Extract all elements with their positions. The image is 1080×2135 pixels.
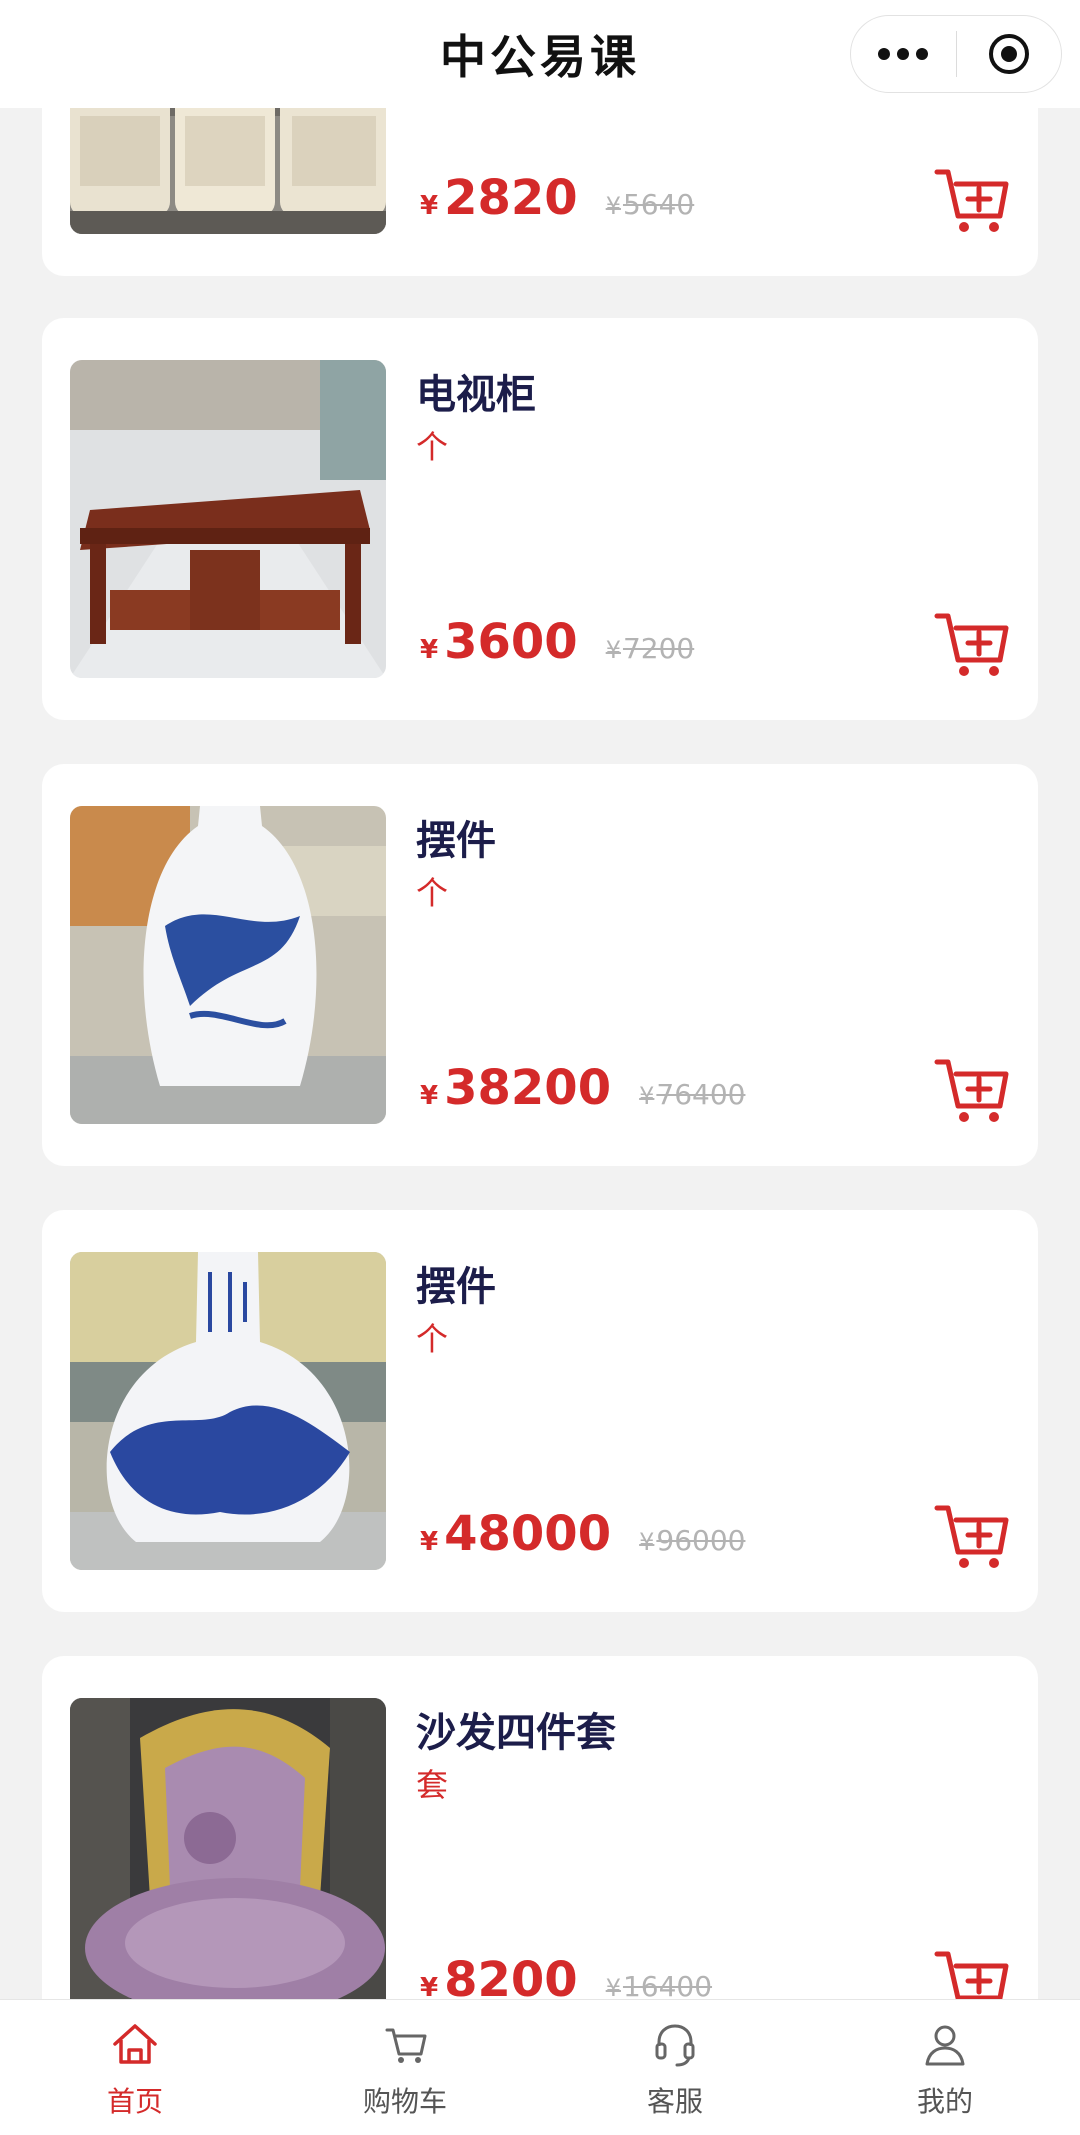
target-circle-icon [988,34,1029,74]
navigation-bar: 中公易课 [0,0,1080,108]
original-price-value: 7200 [622,632,695,665]
product-price: ¥ 3600 ¥7200 [420,614,694,670]
page: ¥ 2820 ¥5640 电视柜 个 ¥ 3600 ¥7200 摆件 个 ¥ 3… [0,0,1080,2135]
page-title: 中公易课 [440,30,640,84]
currency-symbol: ¥ [605,1974,621,2002]
original-price: ¥7200 [606,632,695,665]
product-name: 摆件 [416,1264,496,1310]
close-mini-program-button[interactable] [957,16,1062,92]
add-to-cart-icon [934,1505,1009,1568]
product-image[interactable] [70,1698,386,2016]
add-to-cart-icon [934,1059,1009,1122]
add-to-cart-icon [934,613,1009,676]
original-price-value: 96000 [656,1524,746,1557]
original-price: ¥5640 [606,188,695,221]
more-button[interactable] [851,16,956,92]
product-card[interactable]: 摆件 个 ¥ 48000 ¥96000 [42,1210,1038,1612]
original-price-value: 76400 [656,1078,746,1111]
tab-profile[interactable]: 我的 [810,2000,1080,2135]
product-unit: 个 [416,874,449,912]
product-card[interactable]: 摆件 个 ¥ 38200 ¥76400 [42,764,1038,1166]
currency-symbol: ¥ [639,1082,655,1110]
price-value: 38200 [444,1060,612,1116]
product-name: 摆件 [416,818,496,864]
currency-symbol: ¥ [420,1527,439,1557]
add-to-cart-button[interactable] [934,1056,1010,1124]
add-to-cart-icon [934,169,1009,232]
original-price: ¥96000 [639,1524,745,1557]
tab-label: 首页 [106,2085,163,2118]
product-unit: 个 [416,1320,449,1358]
mini-program-capsule [850,15,1062,93]
currency-symbol: ¥ [420,191,439,221]
product-image[interactable] [70,1252,386,1570]
tab-home[interactable]: 首页 [0,2000,270,2135]
tab-cart[interactable]: 购物车 [270,2000,540,2135]
add-to-cart-button[interactable] [934,166,1010,234]
original-price-value: 5640 [622,188,695,221]
currency-symbol: ¥ [605,192,621,220]
product-price: ¥ 38200 ¥76400 [420,1060,745,1116]
price-value: 2820 [444,170,578,226]
currency-symbol: ¥ [420,635,439,665]
price-value: 3600 [444,614,578,670]
tab-bar: 首页 购物车 客服 我的 [0,1999,1080,2135]
product-card[interactable]: 电视柜 个 ¥ 3600 ¥7200 [42,318,1038,720]
product-card[interactable]: 沙发四件套 套 ¥ 8200 ¥16400 [42,1656,1038,2058]
add-to-cart-button[interactable] [934,610,1010,678]
product-image[interactable] [70,360,386,678]
product-name: 沙发四件套 [416,1710,616,1756]
tab-label: 购物车 [362,2085,447,2118]
currency-symbol: ¥ [420,1081,439,1111]
currency-symbol: ¥ [605,636,621,664]
user-icon [925,2025,965,2066]
product-name: 电视柜 [416,372,536,418]
product-unit: 个 [416,428,449,466]
currency-symbol: ¥ [639,1528,655,1556]
product-unit: 套 [416,1766,449,1804]
price-value: 48000 [444,1506,612,1562]
product-price: ¥ 48000 ¥96000 [420,1506,745,1562]
home-icon [113,2024,157,2064]
add-to-cart-button[interactable] [934,1502,1010,1570]
cart-icon [385,2028,427,2063]
product-price: ¥ 2820 ¥5640 [420,170,694,226]
original-price: ¥76400 [639,1078,745,1111]
headset-icon [655,2024,695,2067]
tab-label: 我的 [916,2085,973,2118]
product-image[interactable] [70,806,386,1124]
tab-service[interactable]: 客服 [540,2000,810,2135]
more-dots-icon [878,48,929,60]
tab-label: 客服 [646,2085,703,2118]
